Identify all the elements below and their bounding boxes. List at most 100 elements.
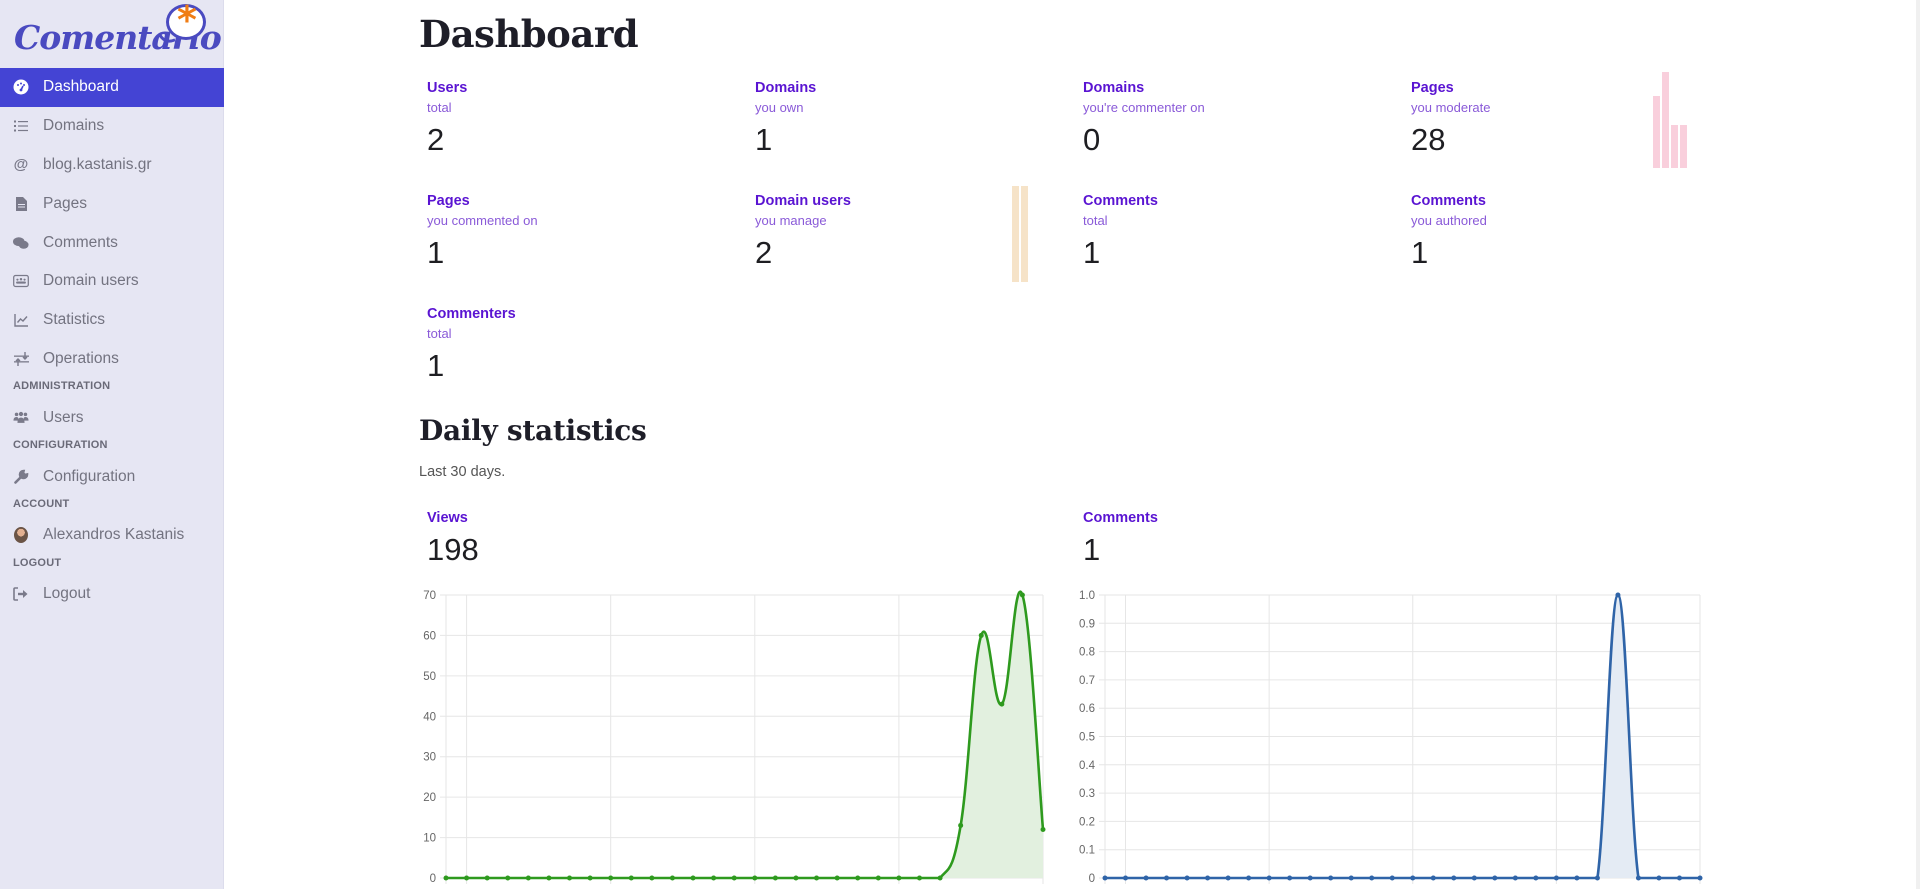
sidebar-item-label: Dashboard [43, 78, 119, 96]
chart-line-icon [13, 312, 29, 328]
sidebar-item-dashboard[interactable]: Dashboard [0, 68, 224, 107]
data-point [1533, 875, 1539, 881]
data-point [1451, 875, 1457, 881]
y-tick-label: 0.4 [1079, 760, 1096, 772]
data-point [855, 875, 861, 881]
sidebar-item-domains[interactable]: Domains [0, 107, 224, 146]
mini-bar [1012, 186, 1019, 282]
sidebar-item-users[interactable]: Users [0, 398, 224, 437]
data-point [1348, 875, 1354, 881]
comments-chart: 0 0.1 0.2 0.3 0.4 0.5 0.6 0.7 0.8 0.9 1.0 [1079, 590, 1703, 885]
stat-card-users-total: Users total 2 [419, 0, 739, 157]
data-point [937, 875, 943, 881]
y-tick-label: 0 [430, 873, 436, 885]
data-point [1492, 875, 1498, 881]
configuration-heading: CONFIGURATION [13, 439, 108, 452]
file-icon [13, 196, 29, 212]
data-point [834, 875, 840, 881]
data-point [978, 632, 984, 638]
y-tick-label: 0.1 [1079, 845, 1095, 857]
data-point [525, 875, 531, 881]
data-point [875, 875, 881, 881]
y-tick-label: 0.9 [1079, 618, 1095, 630]
data-point [1123, 875, 1129, 881]
users-rectangle-icon [13, 273, 29, 289]
card-subtitle: you manage [755, 213, 827, 228]
data-point [1164, 875, 1170, 881]
stat-card-comments-total: Comments total 1 [1075, 113, 1395, 270]
y-tick-label: 0.5 [1079, 732, 1095, 744]
data-point [1594, 875, 1600, 881]
page-scrollbar[interactable] [1916, 0, 1920, 889]
card-title: Commenters [427, 306, 516, 322]
y-tick-label: 70 [423, 590, 436, 602]
card-subtitle: you authored [1411, 213, 1487, 228]
card-value: 2 [755, 235, 773, 270]
sidebar-item-label: Statistics [43, 311, 106, 329]
sidebar-item-statistics[interactable]: Statistics [0, 301, 224, 340]
card-subtitle: total [427, 326, 452, 341]
y-tick-label: 0.2 [1079, 816, 1095, 828]
y-tick-label: 60 [423, 630, 436, 642]
sidebar-item-account[interactable]: Alexandros Kastanis [0, 516, 224, 555]
y-tick-label: 30 [423, 752, 436, 764]
comments-icon [13, 235, 29, 251]
sign-out-icon [13, 586, 29, 602]
card-value: 1 [1083, 235, 1101, 270]
views-title: Views [427, 510, 468, 526]
y-tick-label: 50 [423, 671, 436, 683]
data-point [1389, 875, 1395, 881]
list-icon [13, 118, 29, 134]
sidebar-item-label: Alexandros Kastanis [43, 526, 185, 544]
sidebar-item-pages[interactable]: Pages [0, 184, 224, 223]
daily-statistics-subtitle: Last 30 days. [419, 464, 506, 480]
data-point [1697, 875, 1703, 881]
data-point [690, 875, 696, 881]
data-point [814, 875, 820, 881]
sidebar-item-configuration[interactable]: Configuration [0, 457, 224, 496]
card-value: 1 [427, 348, 445, 383]
data-point [1184, 875, 1190, 881]
data-point [916, 875, 922, 881]
data-point [1615, 592, 1621, 598]
data-point [1656, 875, 1662, 881]
card-value: 1 [1411, 235, 1429, 270]
card-title: Pages [1411, 80, 1454, 96]
data-point [1369, 875, 1375, 881]
series-area [446, 591, 1043, 878]
sidebar-item-logout[interactable]: Logout [0, 575, 224, 614]
data-point [608, 875, 614, 881]
app-root: Comentario * Dashboard Domains @ blog.ka… [0, 0, 1920, 889]
sidebar-item-label: Logout [43, 585, 91, 603]
card-title: Comments [1083, 193, 1158, 209]
card-title: Domains [755, 80, 817, 96]
stat-card-commenters-total: Commenters total 1 [419, 226, 739, 383]
data-point [1574, 875, 1580, 881]
card-title: Users [427, 80, 468, 96]
data-point [1019, 592, 1025, 598]
stat-card-pages-commented: Pages you commented on 1 [419, 113, 739, 270]
sidebar-item-domain-blog[interactable]: @ blog.kastanis.gr [0, 146, 224, 185]
data-point [1266, 875, 1272, 881]
avatar [13, 527, 29, 544]
y-tick-label: 40 [423, 711, 436, 723]
sidebar-item-domain-users[interactable]: Domain users [0, 262, 224, 301]
sidebar-item-label: Users [43, 408, 84, 426]
y-tick-label: 0 [1089, 873, 1095, 885]
card-title: Domain users [755, 193, 851, 209]
sidebar-item-operations[interactable]: Operations [0, 340, 224, 379]
stat-card-domain-users: Domain users you manage 2 [747, 113, 1067, 282]
data-point [1471, 875, 1477, 881]
data-point [1102, 875, 1108, 881]
data-point [772, 875, 778, 881]
at-icon: @ [13, 156, 29, 174]
sidebar-item-comments[interactable]: Comments [0, 223, 224, 262]
data-point [628, 875, 634, 881]
data-point [1553, 875, 1559, 881]
comentario-logo[interactable]: Comentario * [14, 0, 222, 64]
data-point [546, 875, 552, 881]
asterisk-icon: * [177, 0, 197, 42]
sidebar-item-label: Comments [43, 233, 118, 251]
card-subtitle: total [1083, 213, 1108, 228]
y-tick-label: 1.0 [1079, 590, 1095, 602]
